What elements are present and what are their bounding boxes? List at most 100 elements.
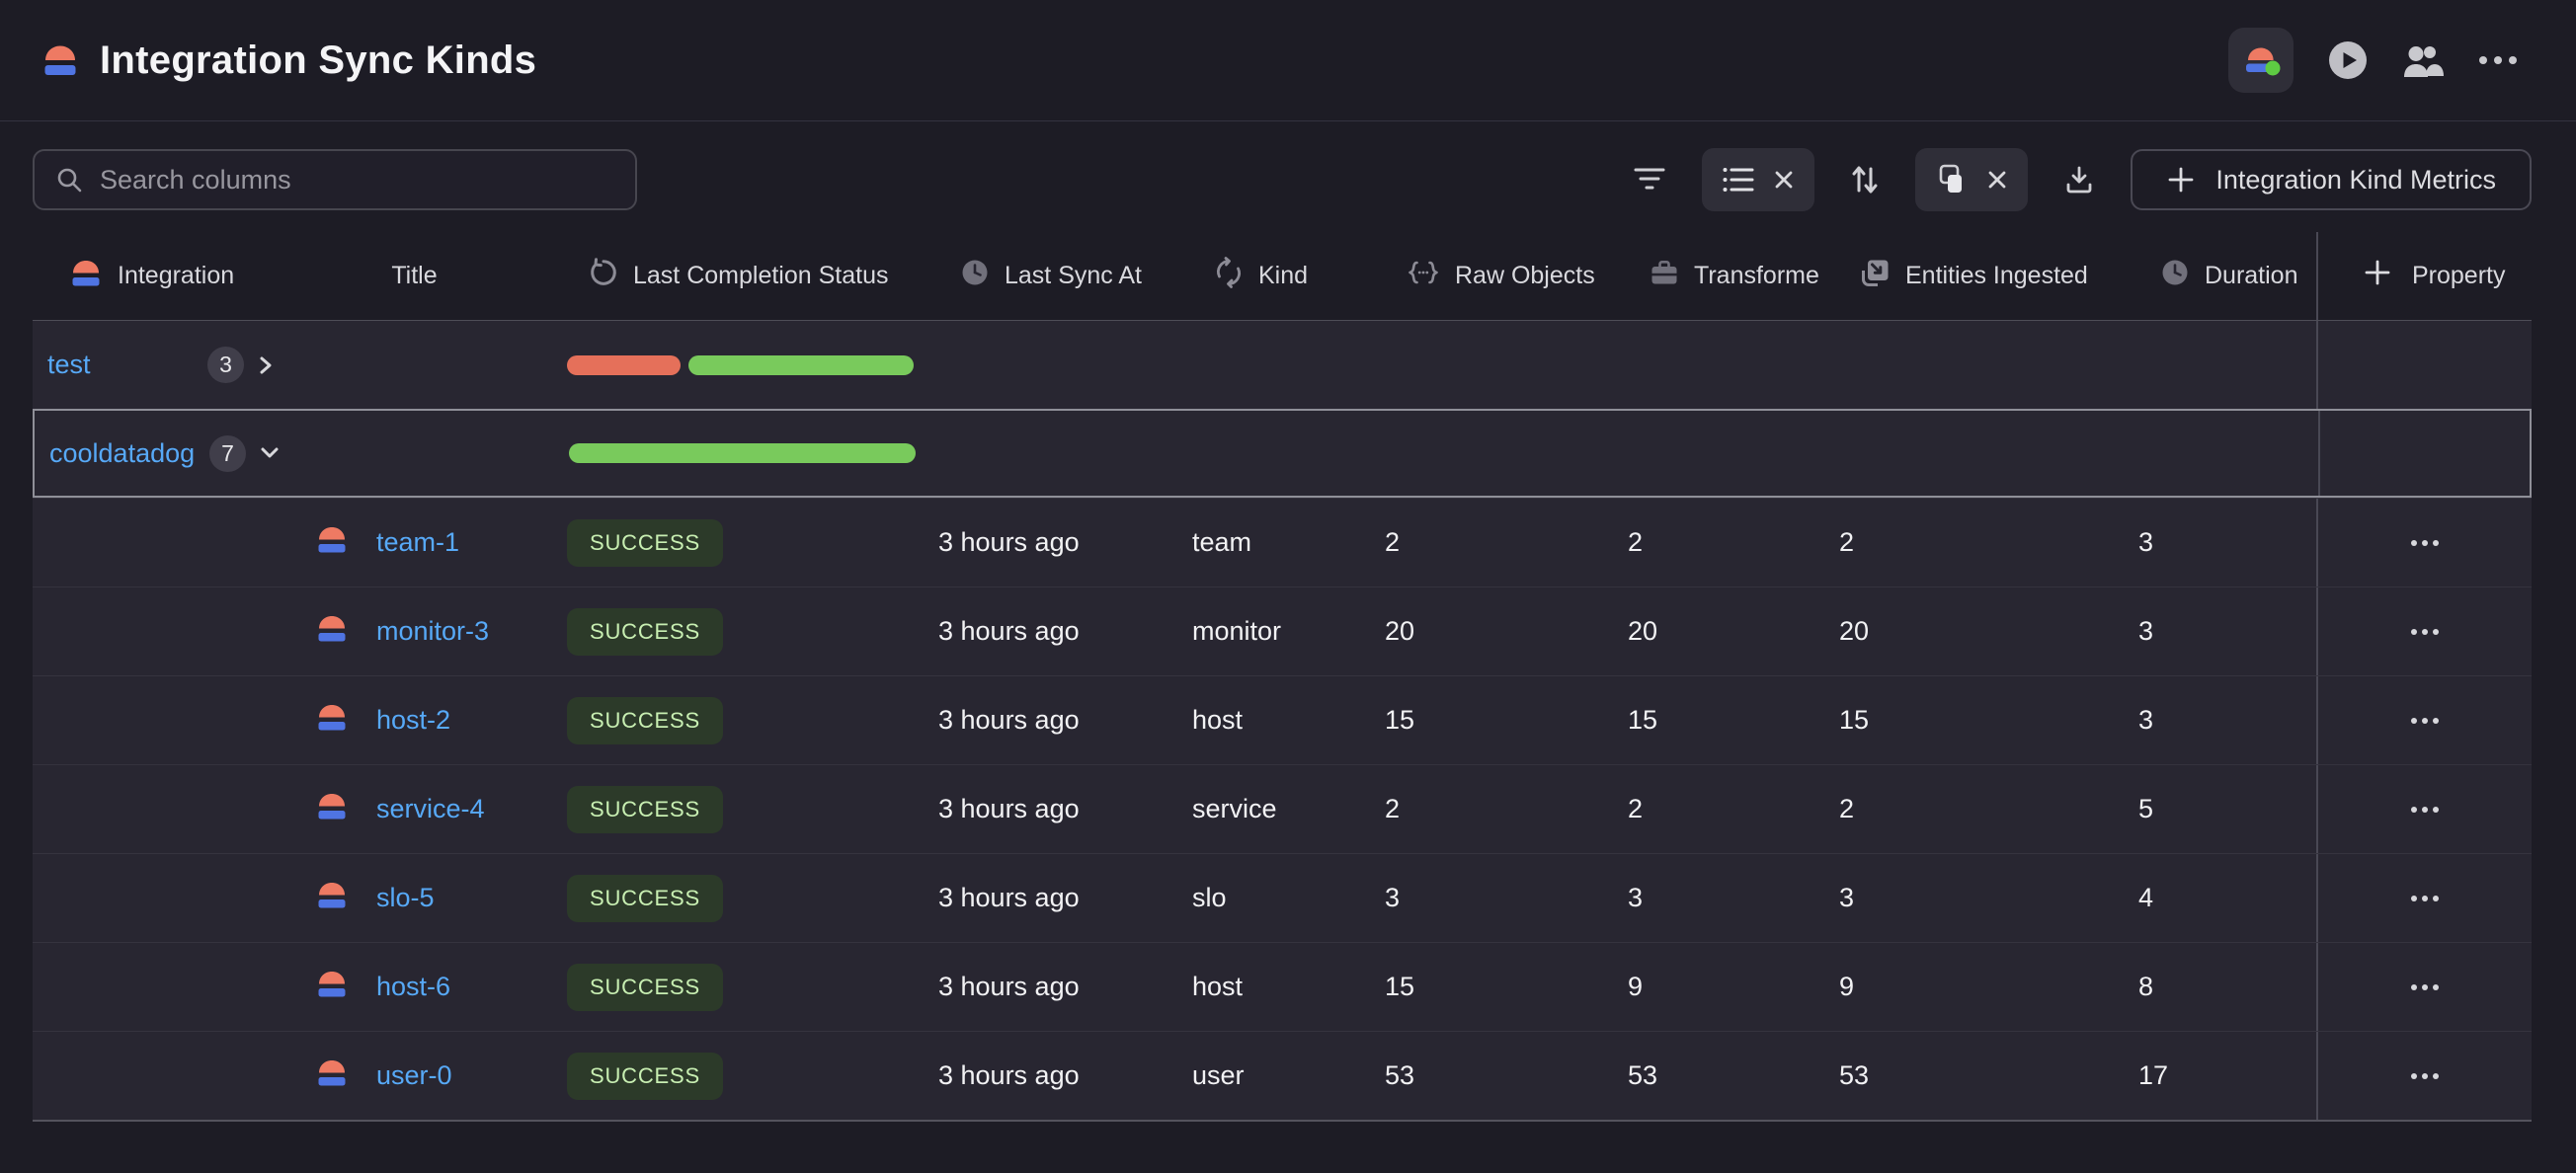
row-actions-button[interactable] bbox=[2411, 807, 2439, 813]
row-actions-button[interactable] bbox=[2411, 540, 2439, 546]
kind-title-link[interactable]: host-2 bbox=[376, 705, 450, 736]
sync-kind-row-user-0: user-0 SUCCESS 3 hours ago user 53 53 53… bbox=[33, 1031, 2532, 1120]
column-header-add-property[interactable]: Property bbox=[2316, 232, 2532, 320]
row-actions-button[interactable] bbox=[2411, 629, 2439, 635]
kind-count-badge: 3 bbox=[207, 347, 244, 383]
download-button[interactable] bbox=[2063, 164, 2095, 196]
kind-title-link[interactable]: team-1 bbox=[376, 527, 459, 558]
cell-last-sync-at: 3 hours ago bbox=[938, 676, 1192, 764]
cell-title: service-4 bbox=[306, 765, 567, 853]
column-header-label: Title bbox=[391, 262, 437, 290]
sync-kind-row-host-2: host-2 SUCCESS 3 hours ago host 15 15 15… bbox=[33, 675, 2532, 764]
group-row-cooldatadog[interactable]: cooldatadog 7 bbox=[33, 409, 2532, 498]
more-button[interactable] bbox=[2479, 56, 2517, 64]
filter-button[interactable] bbox=[1633, 165, 1666, 195]
table-body: test 3 cooldatadog 7 bbox=[33, 320, 2532, 1120]
cell-title: team-1 bbox=[306, 499, 567, 586]
braces-icon bbox=[1407, 259, 1440, 286]
cell-entities-ingested: 20 bbox=[1839, 587, 2138, 675]
cell-raw-objects: 15 bbox=[1385, 943, 1628, 1031]
integration-kind-metrics-button[interactable]: Integration Kind Metrics bbox=[2131, 149, 2532, 210]
column-header-last-sync-at[interactable]: Last Sync At bbox=[938, 232, 1192, 320]
row-actions-button[interactable] bbox=[2411, 896, 2439, 901]
group-copy-icon bbox=[1935, 163, 1969, 196]
status-badge: SUCCESS bbox=[567, 1053, 723, 1100]
cell-transformed: 3 bbox=[1628, 854, 1839, 942]
plus-icon bbox=[2166, 165, 2196, 195]
sync-kind-row-team-1: team-1 SUCCESS 3 hours ago team 2 2 2 3 bbox=[33, 498, 2532, 586]
sort-button[interactable] bbox=[1850, 163, 1880, 196]
column-header-entities-ingested[interactable]: Entities Ingested bbox=[1839, 232, 2138, 320]
cell-duration: 17 bbox=[2138, 1032, 2316, 1120]
cell-duration: 3 bbox=[2138, 676, 2316, 764]
clear-group-icon[interactable] bbox=[1986, 169, 2008, 191]
expand-toggle[interactable] bbox=[256, 354, 276, 376]
row-actions-button[interactable] bbox=[2411, 718, 2439, 724]
clock-icon bbox=[960, 258, 990, 287]
search-input[interactable] bbox=[100, 165, 615, 196]
sync-kinds-table: Integration Title Last Completion Status… bbox=[33, 232, 2532, 1122]
status-badge: SUCCESS bbox=[567, 786, 723, 833]
column-header-kind[interactable]: Kind bbox=[1192, 232, 1385, 320]
row-actions-button[interactable] bbox=[2411, 1073, 2439, 1079]
cell-status: SUCCESS bbox=[567, 676, 938, 764]
kind-title-link[interactable]: monitor-3 bbox=[376, 616, 489, 647]
cell-entities-ingested: 53 bbox=[1839, 1032, 2138, 1120]
integration-link[interactable]: test bbox=[47, 350, 207, 380]
expand-toggle[interactable] bbox=[258, 443, 282, 463]
column-header-raw-objects[interactable]: Raw Objects bbox=[1385, 232, 1628, 320]
header-actions bbox=[2228, 28, 2517, 93]
status-badge: SUCCESS bbox=[567, 608, 723, 656]
integration-link[interactable]: cooldatadog bbox=[49, 438, 209, 469]
table-header-row: Integration Title Last Completion Status… bbox=[33, 232, 2532, 320]
cell-duration: 5 bbox=[2138, 765, 2316, 853]
status-badge: SUCCESS bbox=[567, 964, 723, 1011]
chevron-right-icon bbox=[256, 354, 276, 376]
cell-kind: host bbox=[1192, 943, 1385, 1031]
filter-icon bbox=[1633, 165, 1666, 195]
column-header-integration[interactable]: Integration bbox=[33, 232, 306, 320]
cell-transformed: 15 bbox=[1628, 676, 1839, 764]
cell-last-sync-at: 3 hours ago bbox=[938, 499, 1192, 586]
kind-title-link[interactable]: slo-5 bbox=[376, 883, 435, 913]
cell-kind: monitor bbox=[1192, 587, 1385, 675]
column-header-title[interactable]: Title bbox=[306, 232, 567, 320]
cell-raw-objects: 53 bbox=[1385, 1032, 1628, 1120]
toolbar: Integration Kind Metrics bbox=[0, 148, 2576, 211]
column-header-duration[interactable]: Duration bbox=[2138, 232, 2316, 320]
sort-icon bbox=[1850, 163, 1880, 196]
list-view-button[interactable] bbox=[1702, 148, 1814, 211]
column-header-last-completion-status[interactable]: Last Completion Status bbox=[567, 232, 938, 320]
kind-title-link[interactable]: host-6 bbox=[376, 972, 450, 1002]
cell-title: slo-5 bbox=[306, 854, 567, 942]
cell-entities-ingested: 2 bbox=[1839, 499, 2138, 586]
row-actions-button[interactable] bbox=[2411, 984, 2439, 990]
status-badge: SUCCESS bbox=[567, 697, 723, 744]
column-header-label: Duration bbox=[2205, 262, 2298, 290]
kind-title-link[interactable]: user-0 bbox=[376, 1060, 452, 1091]
cell-transformed: 53 bbox=[1628, 1032, 1839, 1120]
logo-icon bbox=[315, 702, 349, 733]
search-icon bbox=[54, 165, 84, 195]
cell-last-sync-at: 3 hours ago bbox=[938, 587, 1192, 675]
users-button[interactable] bbox=[2402, 42, 2446, 79]
chevron-down-icon bbox=[258, 443, 282, 463]
kind-title-link[interactable]: service-4 bbox=[376, 794, 485, 824]
cell-transformed: 2 bbox=[1628, 499, 1839, 586]
column-header-label: Integration bbox=[118, 262, 234, 290]
cell-title: monitor-3 bbox=[306, 587, 567, 675]
column-header-transformed[interactable]: Transforme bbox=[1628, 232, 1839, 320]
cell-raw-objects: 15 bbox=[1385, 676, 1628, 764]
status-bar-segment bbox=[567, 355, 681, 375]
cell-transformed: 20 bbox=[1628, 587, 1839, 675]
workspace-logo-button[interactable] bbox=[2228, 28, 2294, 93]
history-icon bbox=[589, 258, 618, 287]
logo-icon bbox=[315, 880, 349, 910]
clear-view-icon[interactable] bbox=[1773, 169, 1795, 191]
play-button[interactable] bbox=[2327, 39, 2369, 81]
group-row-test[interactable]: test 3 bbox=[33, 320, 2532, 409]
status-bar bbox=[567, 355, 914, 375]
cell-last-sync-at: 3 hours ago bbox=[938, 1032, 1192, 1120]
kind-count-badge: 7 bbox=[209, 435, 246, 472]
group-by-button[interactable] bbox=[1915, 148, 2028, 211]
